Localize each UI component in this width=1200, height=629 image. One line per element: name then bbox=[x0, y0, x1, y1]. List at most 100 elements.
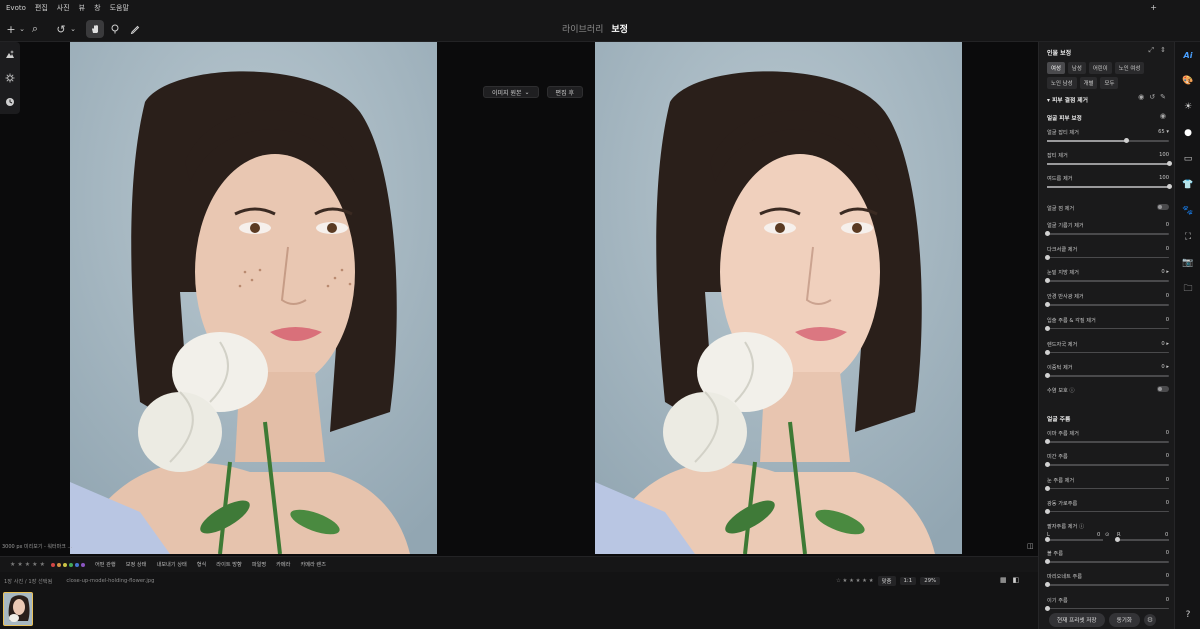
palette-icon[interactable]: 🎨 bbox=[1175, 68, 1200, 94]
slider-track[interactable] bbox=[1044, 485, 1169, 491]
reset-icon[interactable]: ↺ bbox=[1149, 93, 1155, 101]
slider-track[interactable] bbox=[1044, 278, 1169, 284]
slider-knob[interactable] bbox=[1044, 231, 1050, 236]
filter-camera[interactable]: 카메라 bbox=[276, 561, 290, 568]
slider-knob[interactable] bbox=[1044, 373, 1050, 379]
thumbnail-selected[interactable] bbox=[3, 592, 33, 626]
color-label-yellow[interactable] bbox=[62, 562, 67, 567]
slider-track[interactable] bbox=[1044, 325, 1169, 331]
menu-help[interactable]: 도움말 bbox=[110, 3, 129, 13]
slider-knob[interactable] bbox=[1123, 138, 1129, 143]
chip-senior-male[interactable]: 노인 남성 bbox=[1047, 77, 1077, 89]
section-skin-blemish[interactable]: ▾ 피부 결점 제거 bbox=[1047, 95, 1088, 104]
before-photo[interactable] bbox=[70, 42, 437, 554]
collapse-icon[interactable]: ⇕ bbox=[1160, 46, 1166, 55]
hand-tool-icon[interactable] bbox=[86, 20, 104, 38]
chip-female[interactable]: 여성 bbox=[1047, 62, 1065, 74]
slider-track[interactable] bbox=[1044, 559, 1169, 564]
slider-sliders3-3[interactable]: 광동 가로주름 0 bbox=[1044, 500, 1169, 522]
slider-knob[interactable] bbox=[1044, 325, 1050, 331]
slider-knob[interactable] bbox=[1166, 184, 1172, 189]
slider-knob[interactable] bbox=[1044, 485, 1050, 491]
slider-sliders3-1[interactable]: 미간 주름 0 bbox=[1044, 453, 1169, 475]
color-label-blue[interactable] bbox=[74, 562, 79, 567]
star-icon[interactable]: ★ bbox=[40, 561, 45, 568]
slider-knob[interactable] bbox=[1044, 439, 1050, 444]
slider-knob[interactable] bbox=[1044, 582, 1050, 588]
color-label-red[interactable] bbox=[50, 562, 55, 567]
filter-light-direction[interactable]: 라이트 방향 bbox=[216, 561, 242, 568]
sync-button[interactable]: 동기화 bbox=[1108, 612, 1141, 627]
slider-sliders4-1[interactable]: 마리오네트 주름 0 bbox=[1044, 573, 1169, 595]
toggle-beard-protect[interactable]: 수염 보호 ⓘ bbox=[1047, 386, 1169, 397]
chip-child[interactable]: 어린이 bbox=[1088, 62, 1112, 74]
slider-knob[interactable] bbox=[1044, 302, 1050, 308]
filter-format[interactable]: 형식 bbox=[197, 561, 207, 568]
slider-track[interactable] bbox=[1044, 349, 1169, 355]
expand-icon[interactable]: ⤢ bbox=[1149, 46, 1155, 55]
crop-icon[interactable]: ⛶ bbox=[1175, 224, 1200, 250]
slider-track[interactable] bbox=[1047, 184, 1172, 189]
new-window-icon[interactable]: + bbox=[1150, 3, 1157, 12]
filter-camera-lens[interactable]: 카메라 렌즈 bbox=[300, 561, 326, 568]
single-view-icon[interactable]: ▦ bbox=[1000, 576, 1007, 584]
filter-filename[interactable]: 파일명 bbox=[252, 561, 266, 568]
rating-stars[interactable]: ★ ★ ★ ★ ★ bbox=[10, 561, 45, 568]
color-label-purple[interactable] bbox=[80, 562, 85, 567]
camera-icon[interactable]: 📷 bbox=[1175, 250, 1200, 276]
slider-sliders2-6[interactable]: 이중턱 제거 0 ▸ bbox=[1044, 364, 1169, 386]
help-icon[interactable]: ? bbox=[1175, 602, 1200, 628]
pen-tool-icon[interactable] bbox=[126, 20, 144, 38]
toggle-face-mole[interactable]: 얼굴 점 제거 bbox=[1047, 204, 1169, 215]
auto-adjust-icon[interactable] bbox=[0, 42, 20, 66]
zoom-percent-select[interactable]: 29% bbox=[920, 577, 941, 585]
slider-track[interactable] bbox=[1044, 439, 1169, 444]
split-view-icon[interactable]: ◧ bbox=[1013, 576, 1020, 584]
slider-knob[interactable] bbox=[1044, 508, 1050, 514]
tab-edit[interactable]: 보정 bbox=[611, 22, 628, 35]
magic-icon[interactable]: ✎ bbox=[1160, 93, 1166, 101]
background-icon[interactable]: ▭ bbox=[1175, 146, 1200, 172]
chip-senior-female[interactable]: 노인 여성 bbox=[1114, 62, 1145, 74]
visibility-icon[interactable]: ◉ bbox=[1160, 112, 1166, 120]
slider-knob[interactable] bbox=[1044, 462, 1050, 468]
slider-sliders2-2[interactable]: 눈밑 지방 제거 0 ▸ bbox=[1044, 269, 1169, 291]
before-view-select[interactable]: 이미지 원본 ⌄ bbox=[483, 86, 539, 98]
menu-photo[interactable]: 사진 bbox=[57, 3, 70, 13]
slider-sliders3-0[interactable]: 이마 주름 제거 0 bbox=[1044, 430, 1169, 452]
slider-track-right[interactable] bbox=[1114, 537, 1169, 542]
slider-track[interactable] bbox=[1044, 254, 1169, 260]
after-view-label[interactable]: 편집 후 bbox=[546, 86, 584, 98]
slider-knob[interactable] bbox=[1044, 254, 1050, 260]
expand-arrow-icon[interactable]: ▸ bbox=[1165, 364, 1169, 370]
filter-practice[interactable]: 어떤 관행 bbox=[95, 561, 116, 568]
slider-knob[interactable] bbox=[1044, 559, 1050, 564]
slider-track[interactable] bbox=[1044, 231, 1169, 236]
slider-knob[interactable] bbox=[1044, 537, 1050, 542]
star-icon[interactable]: ★ bbox=[17, 561, 22, 568]
folder-icon[interactable]: 🗀 bbox=[1175, 276, 1200, 302]
slider-knob[interactable] bbox=[1044, 278, 1050, 284]
slider-sliders3-2[interactable]: 눈 주름 제거 0 bbox=[1044, 477, 1169, 499]
link-icon[interactable]: ⊙ bbox=[1105, 532, 1109, 538]
slider-track[interactable] bbox=[1047, 138, 1169, 143]
visibility-icon[interactable]: ◉ bbox=[1138, 93, 1144, 101]
menu-view[interactable]: 뷰 bbox=[79, 3, 85, 13]
slider-track[interactable] bbox=[1044, 302, 1169, 308]
brush-tool-icon[interactable] bbox=[106, 20, 124, 38]
slider-track[interactable] bbox=[1044, 508, 1169, 514]
zoom-1to1-button[interactable]: 1:1 bbox=[899, 577, 917, 585]
pet-icon[interactable]: 🐾 bbox=[1175, 198, 1200, 224]
expand-arrow-icon[interactable]: ▸ bbox=[1165, 341, 1169, 347]
ai-icon[interactable]: Ai bbox=[1175, 42, 1200, 68]
rating-stars-compact[interactable]: ☆ ★ ★ ★ ★ ★ bbox=[836, 578, 874, 584]
after-photo[interactable] bbox=[595, 42, 962, 554]
slider-sliders2-5[interactable]: 렌드자국 제거 0 ▸ bbox=[1044, 341, 1169, 363]
star-icon[interactable]: ★ bbox=[25, 561, 30, 568]
toggle-switch[interactable] bbox=[1157, 386, 1169, 392]
slider-sliders2-3[interactable]: 안경 반사광 제거 0 bbox=[1044, 293, 1169, 315]
expand-arrow-icon[interactable]: ▸ bbox=[1165, 269, 1169, 275]
compare-split-icon[interactable]: ◫ bbox=[1027, 542, 1034, 550]
slider-track[interactable] bbox=[1047, 161, 1172, 166]
filter-export-status[interactable]: 내보내기 상태 bbox=[156, 561, 186, 568]
